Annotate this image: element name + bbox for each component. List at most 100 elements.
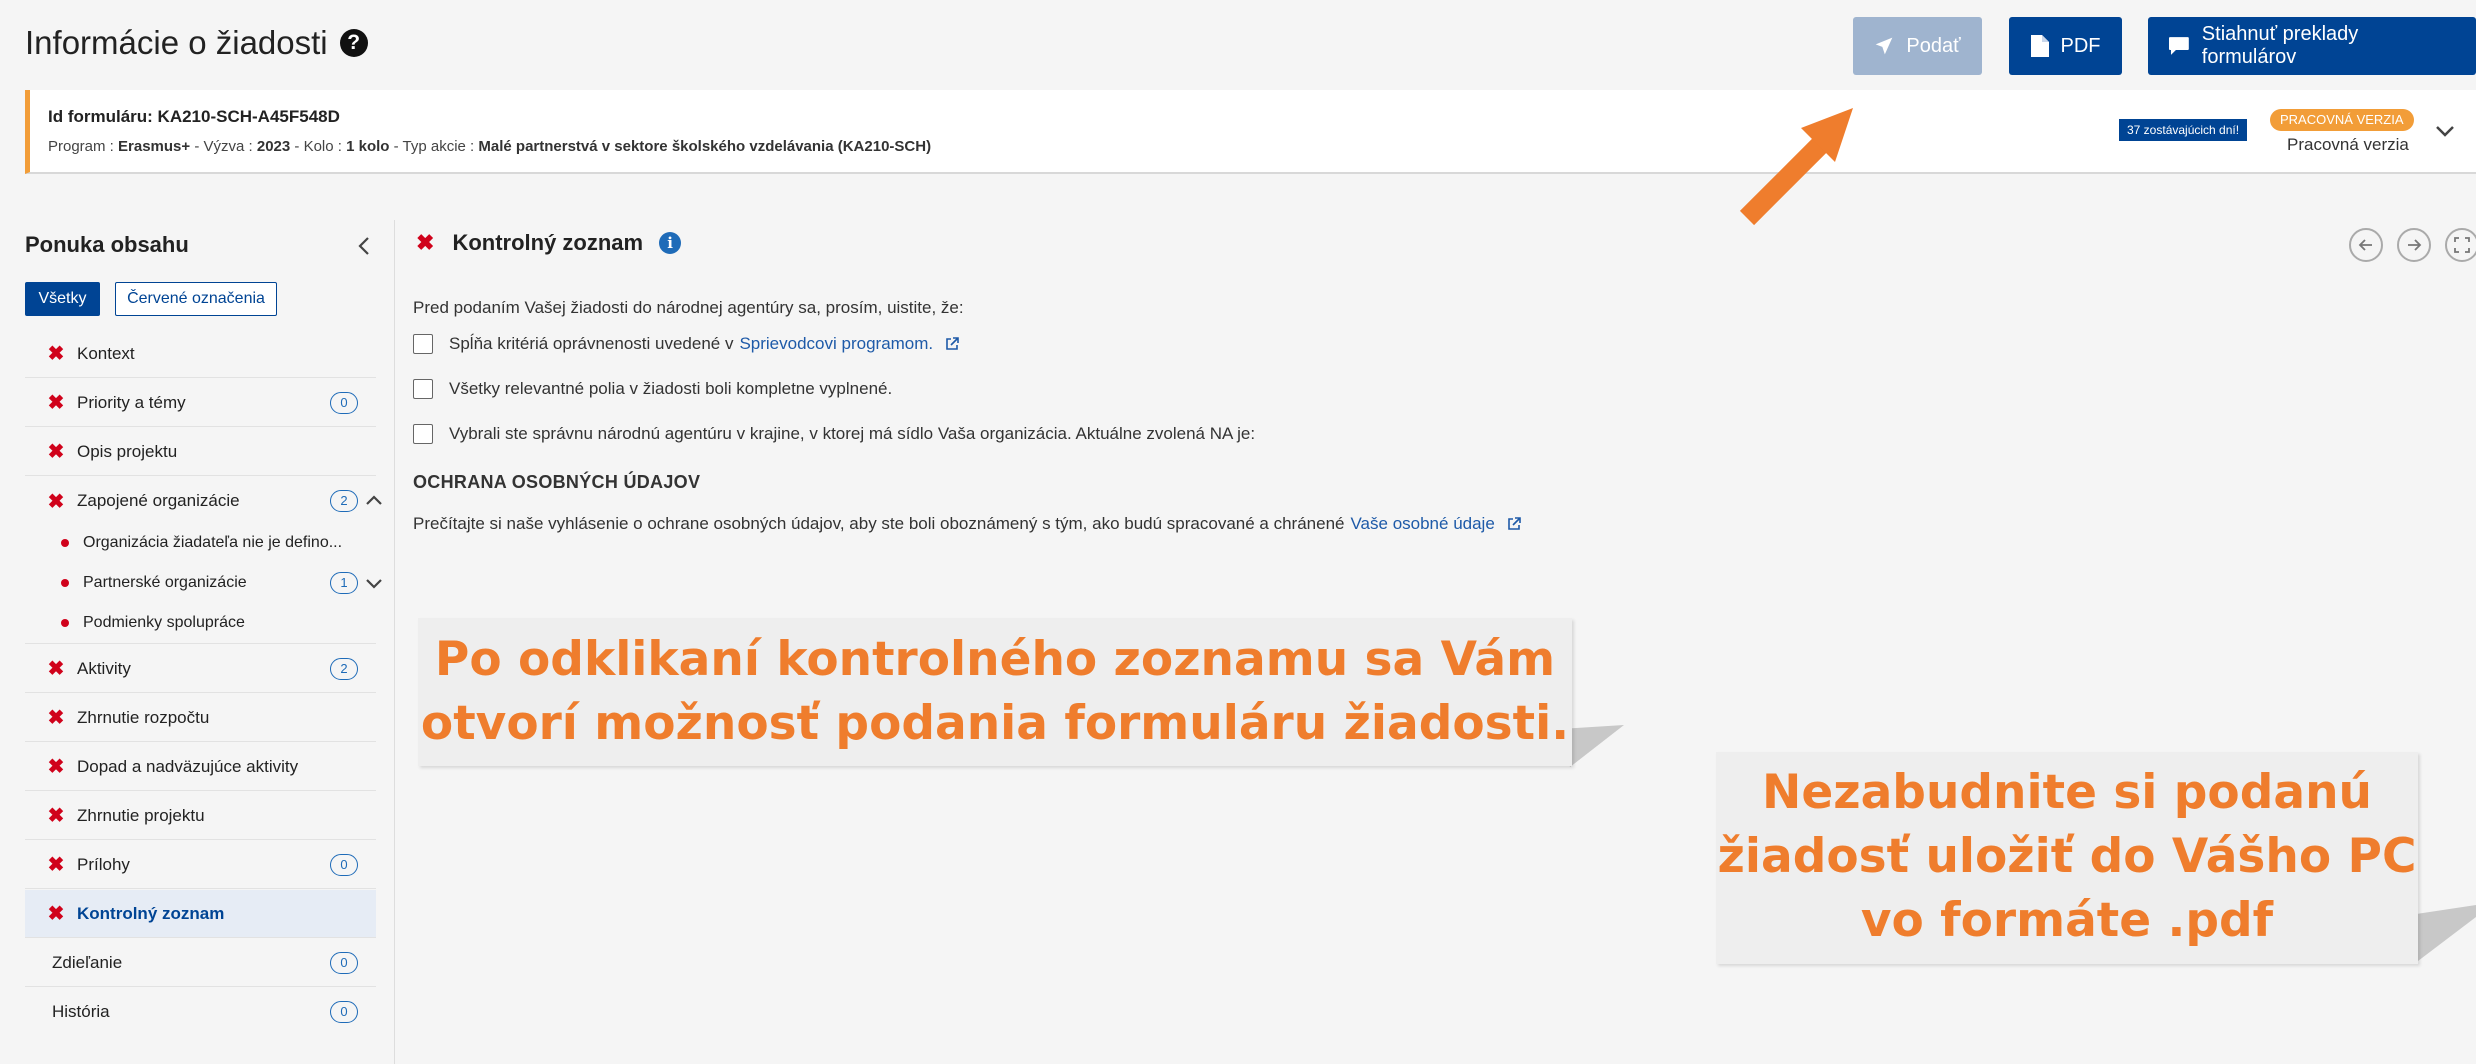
sidebar-item-zapojene-organizacie[interactable]: ✖ Zapojené organizácie 2 — [25, 477, 382, 525]
count-badge: 2 — [330, 490, 358, 512]
sidebar-item-historia[interactable]: História 0 — [25, 988, 376, 1036]
filter-red-button[interactable]: Červené označenia — [115, 282, 277, 316]
callout-line: Nezabudnite si podanú — [1762, 765, 2372, 820]
help-icon[interactable]: ? — [339, 29, 368, 57]
meta-round: 1 kolo — [346, 138, 390, 155]
sidebar-subitem-partnerske-organizacie[interactable]: Partnerské organizácie 1 — [25, 563, 382, 603]
section-title: ✖ Kontrolný zoznam i — [416, 230, 682, 256]
filter-all-button[interactable]: Všetky — [25, 282, 100, 316]
sidebar-subitem-podmienky-spoluprace[interactable]: Podmienky spolupráce — [25, 603, 376, 644]
arrow-right-icon — [2408, 239, 2422, 251]
version-status-badge: PRACOVNÁ VERZIA — [2270, 109, 2414, 131]
meta-round-label: - Kolo : — [290, 138, 347, 155]
chevron-left-icon[interactable] — [352, 233, 378, 259]
count-badge: 2 — [330, 657, 358, 680]
form-info-bar — [25, 90, 2476, 174]
sidebar-divider — [394, 220, 395, 1064]
count-badge: 0 — [330, 951, 358, 974]
personal-data-link[interactable]: Vaše osobné údaje — [1350, 514, 1494, 534]
sidebar-title: Ponuka obsahu — [25, 232, 189, 257]
version-label: Pracovná verzia — [2287, 135, 2409, 154]
download-translations-button[interactable]: Stiahnuť preklady formulárov — [2148, 17, 2476, 75]
meta-program-label: Program : — [48, 138, 119, 155]
meta-action: Malé partnerstvá v sektore školského vzd… — [478, 138, 932, 155]
sidebar-item-zhrnutie-rozpoctu[interactable]: ✖ Zhrnutie rozpočtu — [25, 694, 376, 742]
chevron-down-icon[interactable] — [2432, 118, 2458, 144]
comment-icon — [2168, 37, 2189, 55]
sidebar-item-kontext[interactable]: ✖ Kontext — [25, 330, 376, 378]
error-x-icon: ✖ — [47, 903, 65, 925]
file-icon — [2030, 35, 2049, 57]
sidebar-item-aktivity[interactable]: ✖ Aktivity 2 — [25, 645, 376, 693]
error-x-icon: ✖ — [47, 756, 65, 778]
sidebar-item-label: Zhrnutie rozpočtu — [77, 707, 210, 727]
callout-line: žiadosť uložiť do Vášho PC — [1717, 829, 2417, 884]
sidebar-item-label: Zdieľanie — [52, 952, 123, 972]
fullscreen-button[interactable] — [2445, 228, 2476, 262]
sidebar-item-label: História — [52, 1002, 110, 1021]
arrow-annotation — [1739, 108, 1853, 226]
count-badge: 0 — [330, 1001, 358, 1023]
count-badge: 0 — [330, 853, 358, 876]
checklist-item-national-agency: Vybrali ste správnu národnú agentúru v k… — [413, 424, 1255, 444]
error-x-icon: ✖ — [47, 658, 65, 680]
sidebar-item-label: Aktivity — [77, 658, 131, 678]
next-section-button[interactable] — [2397, 228, 2431, 262]
sidebar-item-priority[interactable]: ✖ Priority a témy 0 — [25, 379, 376, 427]
sidebar-subitem-label: Organizácia žiadateľa nie je defino... — [83, 534, 343, 551]
sidebar-item-dopad[interactable]: ✖ Dopad a nadväzujúce aktivity — [25, 743, 376, 791]
checkbox[interactable] — [413, 334, 433, 354]
meta-call-label: - Výzva : — [190, 138, 257, 155]
send-icon — [1876, 37, 1893, 55]
external-link-icon[interactable] — [1507, 517, 1521, 531]
error-x-icon: ✖ — [47, 392, 65, 414]
error-x-icon: ✖ — [47, 805, 65, 827]
error-x-icon: ✖ — [47, 707, 65, 729]
pdf-button-label: PDF — [2060, 34, 2101, 57]
checklist-intro: Pred podaním Vašej žiadosti do národnej … — [413, 298, 964, 317]
sidebar-item-label: Priority a témy — [77, 392, 186, 412]
sidebar-item-opis-projektu[interactable]: ✖ Opis projektu — [25, 428, 376, 476]
error-x-icon: ✖ — [416, 230, 435, 255]
submit-button[interactable]: Podať — [1853, 17, 1982, 75]
previous-section-button[interactable] — [2349, 228, 2383, 262]
checklist-item-fields-complete: Všetky relevantné polia v žiadosti boli … — [413, 379, 892, 399]
section-title-text: Kontrolný zoznam — [452, 230, 644, 255]
expand-icon — [2454, 237, 2470, 253]
info-icon[interactable]: i — [659, 232, 682, 254]
privacy-text: Prečítajte si naše vyhlásenie o ochrane … — [413, 514, 1521, 534]
chevron-down-icon[interactable] — [363, 572, 385, 594]
checklist-item-text: Spĺňa kritériá oprávnenosti uvedené v — [449, 334, 734, 353]
annotation-callout: Nezabudnite si podanú žiadosť uložiť do … — [1716, 752, 2418, 964]
sidebar-item-zdielanie[interactable]: Zdieľanie 0 — [25, 939, 376, 987]
error-dot-icon — [61, 579, 69, 587]
sidebar-item-kontrolny-zoznam[interactable]: ✖ Kontrolný zoznam — [25, 890, 376, 938]
meta-program: Erasmus+ — [118, 138, 191, 155]
sidebar-item-label: Zapojené organizácie — [77, 491, 240, 510]
callout-shadow — [2410, 905, 2476, 961]
privacy-section-title: OCHRANA OSOBNÝCH ÚDAJOV — [413, 472, 701, 492]
error-x-icon: ✖ — [47, 854, 65, 876]
sidebar-subitem-organizacia-ziadatela[interactable]: Organizácia žiadateľa nie je defino... — [25, 523, 376, 563]
checklist-item-eligibility: Spĺňa kritériá oprávnenosti uvedené v Sp… — [413, 334, 959, 354]
pdf-button[interactable]: PDF — [2009, 17, 2122, 75]
chevron-up-icon[interactable] — [363, 490, 385, 512]
arrow-left-icon — [2358, 239, 2372, 251]
error-x-icon: ✖ — [47, 490, 65, 513]
checkbox[interactable] — [413, 424, 433, 444]
error-dot-icon — [61, 619, 69, 627]
sidebar-item-zhrnutie-projektu[interactable]: ✖ Zhrnutie projektu — [25, 792, 376, 840]
external-link-icon[interactable] — [945, 337, 959, 351]
form-id: Id formuláru: KA210-SCH-A45F548D — [48, 107, 340, 126]
programme-guide-link[interactable]: Sprievodcovi programom. — [739, 334, 933, 354]
page-title-text: Informácie o žiadosti — [25, 24, 328, 61]
meta-action-label: - Typ akcie : — [389, 138, 479, 155]
checklist-item-text: Vybrali ste správnu národnú agentúru v k… — [449, 424, 1256, 443]
callout-line: otvorí možnosť podania formuláru žiadost… — [420, 696, 1570, 751]
meta-call: 2023 — [256, 138, 291, 155]
sidebar-item-label: Kontrolný zoznam — [77, 903, 225, 923]
count-badge: 0 — [330, 391, 358, 414]
sidebar-item-prilohy[interactable]: ✖ Prílohy 0 — [25, 841, 376, 889]
checkbox[interactable] — [413, 379, 433, 399]
sidebar-subitem-label: Podmienky spolupráce — [83, 614, 245, 631]
